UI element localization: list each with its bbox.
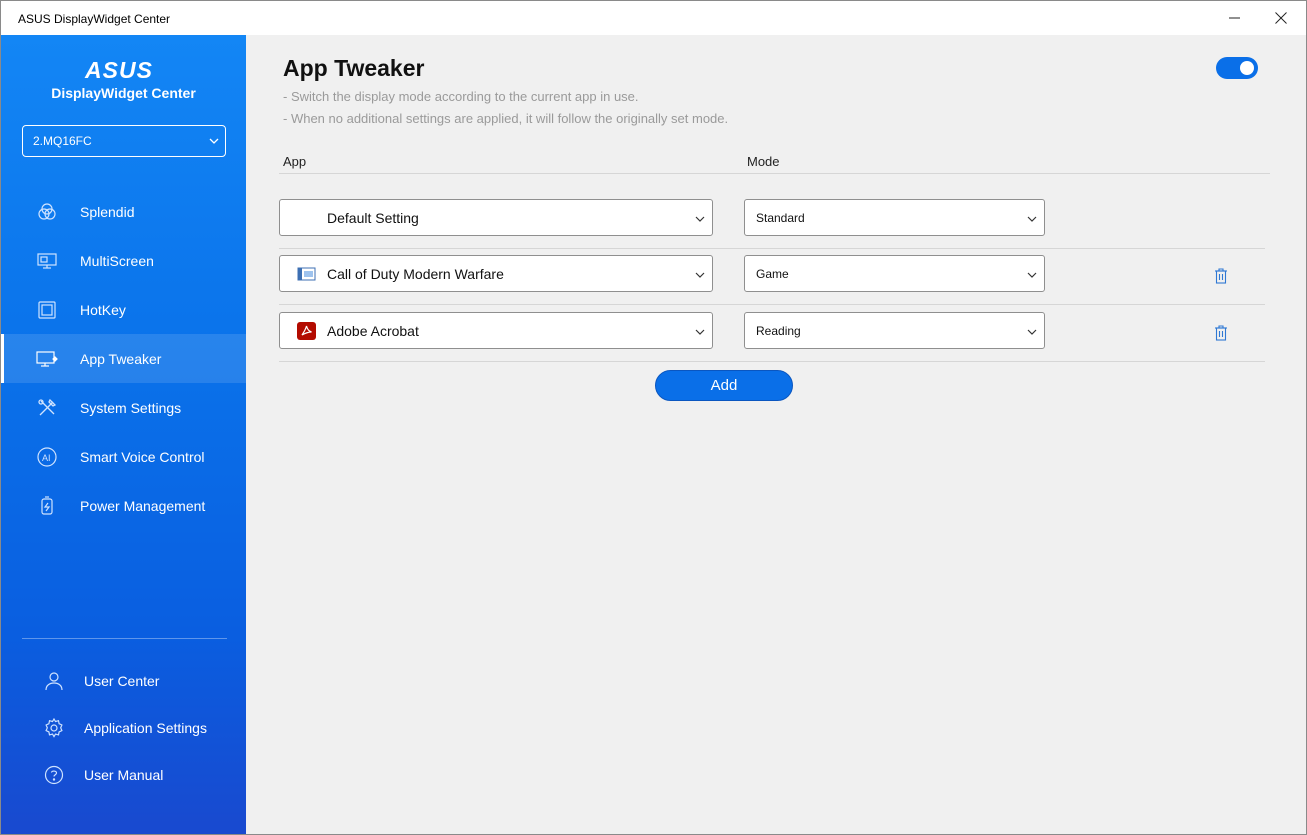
mode-select-value: Reading	[756, 323, 801, 338]
mode-select-value: Game	[756, 266, 789, 281]
app-tweaker-toggle[interactable]	[1216, 57, 1258, 79]
svg-text:AI: AI	[42, 453, 51, 463]
hotkey-icon	[36, 299, 58, 321]
mode-select[interactable]: Standard	[744, 199, 1045, 236]
sidebar-item-label: Smart Voice Control	[80, 448, 205, 465]
sidebar-nav: Splendid MultiScreen HotKey App Tweaker	[1, 187, 246, 530]
sidebar-item-label: User Center	[84, 672, 160, 689]
chevron-down-icon	[209, 138, 219, 144]
window-title: ASUS DisplayWidget Center	[18, 12, 171, 26]
sidebar-item-splendid[interactable]: Splendid	[1, 187, 246, 236]
multiscreen-icon	[36, 250, 58, 272]
add-button[interactable]: Add	[655, 370, 793, 401]
svg-text:ASUS: ASUS	[84, 59, 153, 81]
system-settings-icon	[36, 397, 58, 419]
sidebar-item-label: HotKey	[80, 301, 126, 318]
column-header-app: App	[283, 154, 307, 169]
sidebar-divider	[22, 638, 227, 639]
mode-select-value: Standard	[756, 210, 805, 225]
chevron-down-icon	[1027, 272, 1037, 278]
sidebar-item-smart-voice-control[interactable]: AI Smart Voice Control	[1, 432, 246, 481]
monitor-select[interactable]: 2.MQ16FC	[22, 125, 226, 157]
title-bar: ASUS DisplayWidget Center	[1, 1, 1306, 35]
acrobat-icon	[297, 322, 316, 340]
close-button[interactable]	[1258, 1, 1304, 35]
chevron-down-icon	[1027, 216, 1037, 222]
description-line: - When no additional settings are applie…	[283, 111, 729, 126]
app-select[interactable]: Default Setting	[279, 199, 713, 236]
chevron-down-icon	[695, 329, 705, 335]
sidebar-item-app-tweaker[interactable]: App Tweaker	[1, 334, 246, 383]
sidebar-item-hotkey[interactable]: HotKey	[1, 285, 246, 334]
mode-select[interactable]: Game	[744, 255, 1045, 292]
sidebar-item-multiscreen[interactable]: MultiScreen	[1, 236, 246, 285]
sidebar-item-label: Splendid	[80, 203, 135, 220]
minimize-button[interactable]	[1212, 1, 1258, 35]
splendid-icon	[36, 201, 58, 223]
sidebar-item-label: System Settings	[80, 399, 182, 416]
sidebar-item-application-settings[interactable]: Application Settings	[1, 704, 246, 751]
main-panel: App Tweaker - Switch the display mode ac…	[246, 35, 1306, 834]
mode-select[interactable]: Reading	[744, 312, 1045, 349]
app-select[interactable]: Call of Duty Modern Warfare	[279, 255, 713, 292]
table-row: Call of Duty Modern Warfare Game	[279, 248, 1265, 305]
sidebar-item-user-manual[interactable]: User Manual	[1, 751, 246, 798]
brand-subtitle: DisplayWidget Center	[51, 85, 196, 101]
app-window: ASUS DisplayWidget Center ASUS DisplayWi…	[0, 0, 1307, 835]
help-icon	[43, 764, 65, 786]
minimize-icon	[1229, 17, 1240, 19]
chevron-down-icon	[1027, 329, 1037, 335]
power-management-icon	[36, 495, 58, 517]
delete-icon[interactable]	[1214, 268, 1228, 284]
sidebar-item-label: App Tweaker	[80, 350, 162, 367]
close-icon	[1275, 12, 1287, 24]
sidebar-item-label: MultiScreen	[80, 252, 154, 269]
table-row: Default Setting Standard	[279, 192, 1265, 249]
description-line: - Switch the display mode according to t…	[283, 89, 639, 104]
page-title: App Tweaker	[283, 55, 425, 81]
row-divider	[279, 361, 1265, 362]
user-icon	[43, 670, 65, 692]
table-row: Adobe Acrobat Reading	[279, 305, 1265, 362]
sidebar-item-label: Power Management	[80, 497, 206, 514]
toggle-knob	[1240, 61, 1254, 75]
sidebar-bottom-nav: User Center Application Settings User Ma…	[1, 657, 246, 798]
monitor-select-value: 2.MQ16FC	[33, 134, 92, 148]
sidebar-item-power-management[interactable]: Power Management	[1, 481, 246, 530]
chevron-down-icon	[695, 272, 705, 278]
gear-icon	[43, 717, 65, 739]
app-select-value: Adobe Acrobat	[327, 322, 419, 339]
app-tweaker-icon	[36, 348, 58, 370]
sidebar: ASUS DisplayWidget Center 2.MQ16FC Splen…	[1, 35, 246, 834]
sidebar-item-user-center[interactable]: User Center	[1, 657, 246, 704]
app-select[interactable]: Adobe Acrobat	[279, 312, 713, 349]
delete-icon[interactable]	[1214, 325, 1228, 341]
app-select-value: Call of Duty Modern Warfare	[327, 265, 504, 282]
sidebar-item-label: User Manual	[84, 766, 164, 783]
sidebar-item-system-settings[interactable]: System Settings	[1, 383, 246, 432]
ai-voice-icon: AI	[36, 446, 58, 468]
chevron-down-icon	[695, 216, 705, 222]
column-header-mode: Mode	[747, 154, 780, 169]
game-app-icon	[297, 267, 316, 281]
sidebar-item-label: Application Settings	[84, 719, 207, 736]
asus-logo: ASUS	[84, 59, 153, 81]
app-select-value: Default Setting	[327, 209, 419, 226]
header-divider	[279, 173, 1270, 174]
